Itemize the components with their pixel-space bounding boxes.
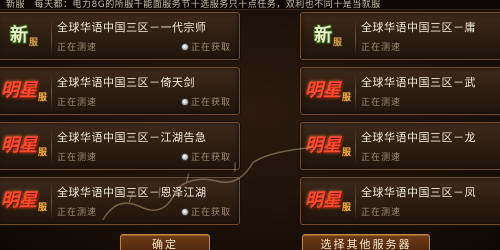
- divider: [355, 184, 356, 220]
- ping-status: 正在测速: [361, 43, 402, 53]
- new-server-badge: 新服: [313, 25, 342, 48]
- star-server-badge: 明星服: [304, 135, 351, 158]
- server-card[interactable]: 新服 全球华语中国三区－庸 正在测速: [300, 12, 500, 60]
- server-card[interactable]: 明星服 全球华语中国三区－倚天剑 正在测速 正在获取: [0, 67, 240, 115]
- divider: [51, 129, 52, 165]
- server-card[interactable]: 明星服 全球华语中国三区－恩泽江湖 正在测速 正在获取: [0, 177, 240, 225]
- divider: [355, 74, 356, 110]
- ping-status: 正在测速: [57, 43, 98, 53]
- radio-dot-icon: [181, 98, 188, 105]
- server-name: 全球华语中国三区－庸: [361, 21, 476, 34]
- radio-dot-icon: [181, 153, 188, 160]
- divider: [51, 74, 52, 110]
- choose-other-server-button[interactable]: 选择其他服务器: [302, 234, 430, 250]
- server-name: 全球华语中国三区－倚天剑: [57, 76, 195, 89]
- ping-status: 正在测速: [57, 153, 98, 163]
- server-card[interactable]: 新服 全球华语中国三区－一代宗师 正在测速 正在获取: [0, 12, 240, 60]
- fetch-status: 正在获取: [181, 150, 231, 163]
- divider: [51, 184, 52, 220]
- server-name: 全球华语中国三区－恩泽江湖: [57, 186, 207, 199]
- server-card[interactable]: 明星服 全球华语中国三区－凤 正在测速: [300, 177, 500, 225]
- notice-banner: 新服 每天都：电力8G的所服千能面服务节十选服务只十点任务，双利也不同十是当就服: [0, 0, 500, 10]
- star-server-badge: 明星服: [0, 190, 47, 213]
- star-server-badge: 明星服: [0, 135, 47, 158]
- confirm-button[interactable]: 确定: [120, 234, 210, 250]
- new-server-badge: 新服: [9, 25, 38, 48]
- server-name: 全球华语中国三区－龙: [361, 131, 476, 144]
- server-card[interactable]: 明星服 全球华语中国三区－武 正在测速: [300, 67, 500, 115]
- fetch-status: 正在获取: [181, 95, 231, 108]
- ping-status: 正在测速: [361, 153, 402, 163]
- ping-status: 正在测速: [361, 98, 402, 108]
- fetch-status: 正在获取: [181, 40, 231, 53]
- server-list: 新服 全球华语中国三区－一代宗师 正在测速 正在获取 新服 全球华语中国三区－庸…: [0, 12, 500, 232]
- server-name: 全球华语中国三区－武: [361, 76, 476, 89]
- star-server-badge: 明星服: [0, 80, 47, 103]
- server-card[interactable]: 明星服 全球华语中国三区－江湖告急 正在测速 正在获取: [0, 122, 240, 170]
- divider: [355, 19, 356, 55]
- ping-status: 正在测速: [361, 208, 402, 218]
- ping-status: 正在测速: [57, 98, 98, 108]
- server-name: 全球华语中国三区－一代宗师: [57, 21, 207, 34]
- divider: [51, 19, 52, 55]
- ping-status: 正在测速: [57, 208, 98, 218]
- server-name: 全球华语中国三区－江湖告急: [57, 131, 207, 144]
- server-select-screen: 新服 每天都：电力8G的所服千能面服务节十选服务只十点任务，双利也不同十是当就服…: [0, 0, 500, 250]
- server-name: 全球华语中国三区－凤: [361, 186, 476, 199]
- radio-dot-icon: [181, 208, 188, 215]
- divider: [355, 129, 356, 165]
- radio-dot-icon: [181, 43, 188, 50]
- star-server-badge: 明星服: [304, 190, 351, 213]
- fetch-status: 正在获取: [181, 205, 231, 218]
- server-card[interactable]: 明星服 全球华语中国三区－龙 正在测速: [300, 122, 500, 170]
- star-server-badge: 明星服: [304, 80, 351, 103]
